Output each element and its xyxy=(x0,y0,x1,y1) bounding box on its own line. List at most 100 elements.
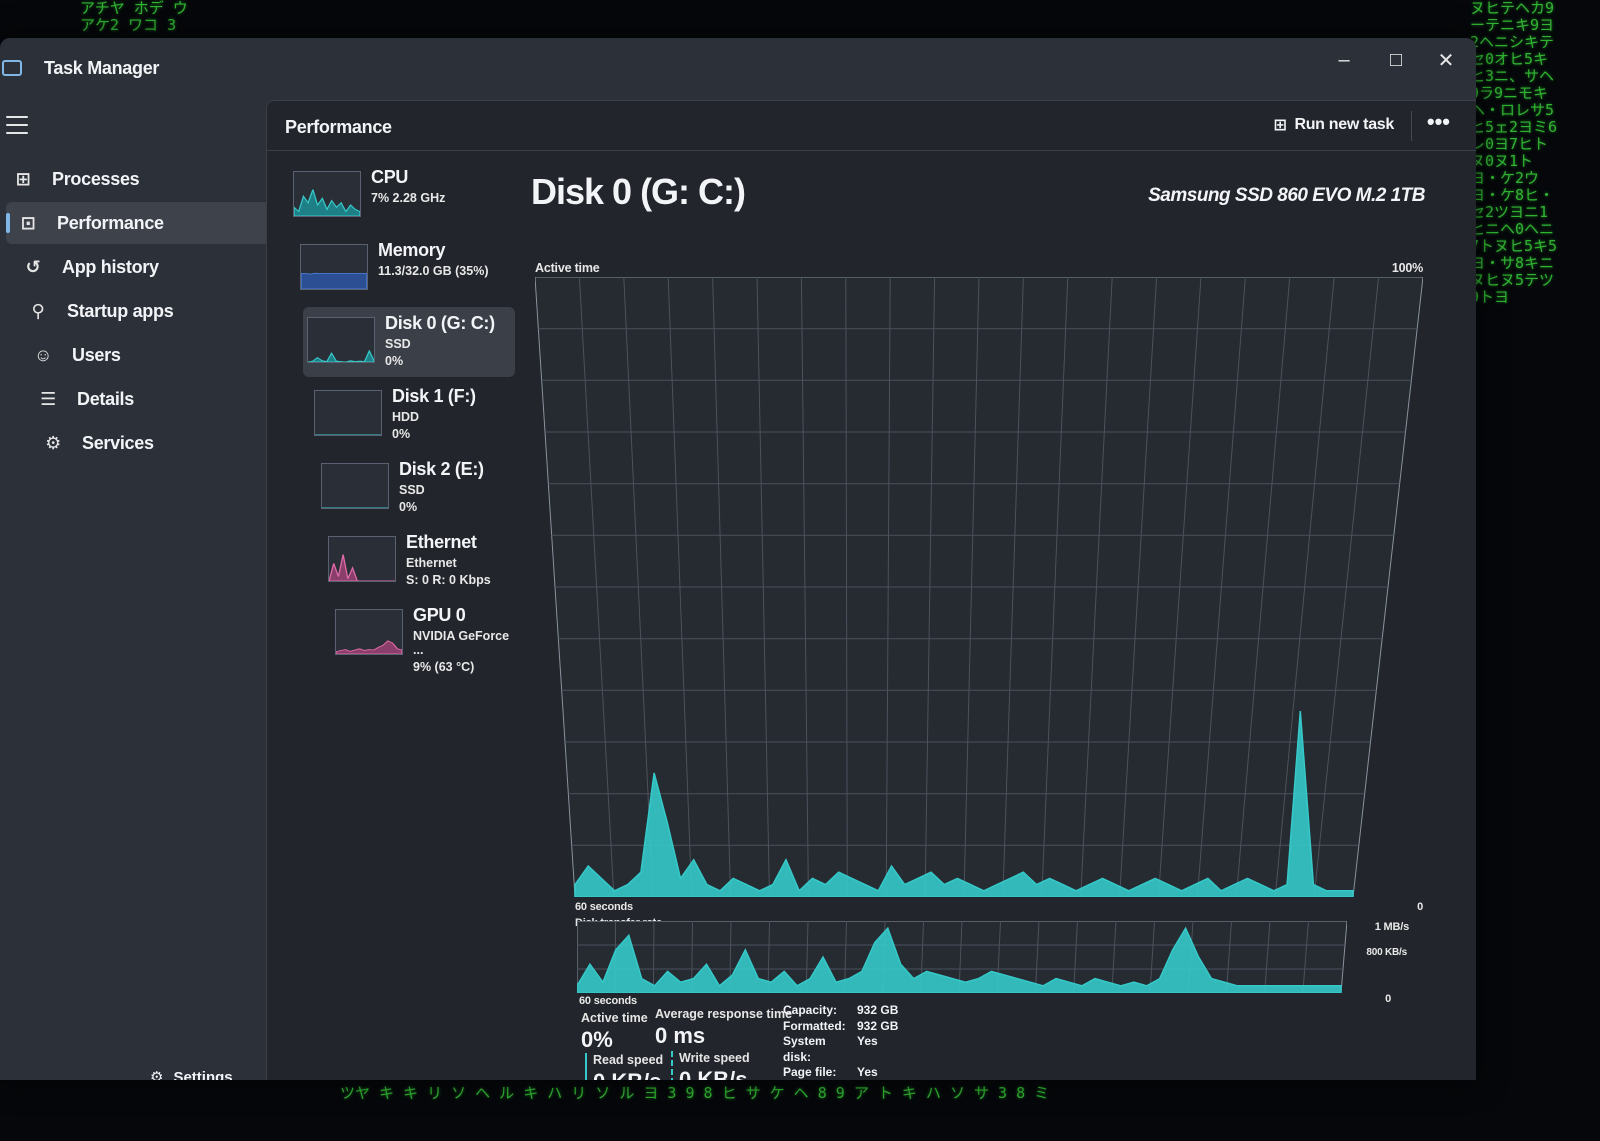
sidebar-item-label: Users xyxy=(72,344,121,365)
more-options-button[interactable]: ••• xyxy=(1427,109,1450,135)
stat-active-time: Active time 0% xyxy=(581,1011,648,1053)
device-text: GPU 0 NVIDIA GeForce ... 9% (63 °C) xyxy=(413,605,515,674)
stat-active-time-label: Active time xyxy=(581,1011,648,1025)
device-sub1: HDD xyxy=(392,410,420,424)
matrix-rain-bottom: ツヤ キ キ リ ソ ヘ ル キ ハ リ ソ ル ヨ 3 9 8 ヒ サ ケ ヘ… xyxy=(340,1084,1050,1102)
stat-write-label: Write speed xyxy=(679,1051,750,1065)
property-row: Page file: Yes xyxy=(783,1065,898,1080)
sidebar-item-label: Details xyxy=(77,388,134,409)
device-thumbnail-graph xyxy=(321,463,389,509)
active-indicator xyxy=(6,213,10,233)
device-item-disk-0[interactable]: Disk 0 (G: C:) SSD 0% xyxy=(303,307,515,377)
task-manager-icon xyxy=(2,60,22,76)
device-sub1: SSD xyxy=(385,337,411,351)
device-sub2: 9% (63 °C) xyxy=(413,660,475,674)
sidebar-item-label: Startup apps xyxy=(67,300,174,321)
device-name: Disk 2 (E:) xyxy=(399,459,484,479)
device-item-memory[interactable]: Memory 11.3/32.0 GB (35%) xyxy=(296,234,515,304)
device-text: Disk 1 (F:) HDD 0% xyxy=(392,386,476,441)
device-name: Ethernet xyxy=(406,532,477,552)
gear-icon: ⚙ xyxy=(150,1069,164,1080)
sidebar-item-app-history[interactable]: ↺ App history xyxy=(6,246,271,288)
run-new-task-button[interactable]: ⊞ Run new task xyxy=(1273,115,1394,135)
active-time-chart-label: Active time xyxy=(535,261,600,275)
property-key: Capacity: xyxy=(783,1003,838,1017)
details-icon: ☰ xyxy=(40,388,56,409)
time-axis-label-2: 60 seconds xyxy=(579,995,637,1007)
stat-avg-response: Average response time 0 ms xyxy=(655,1007,792,1049)
thumbnail-series xyxy=(336,640,402,654)
stat-read-value: 0 KB/s xyxy=(593,1069,663,1080)
thumbnail-series xyxy=(301,272,367,289)
transfer-rate-chart xyxy=(577,921,1347,993)
active-time-max-label: 100% xyxy=(1391,261,1423,275)
device-text: Ethernet Ethernet S: 0 R: 0 Kbps xyxy=(406,532,491,587)
device-text: Memory 11.3/32.0 GB (35%) xyxy=(378,240,488,278)
stat-write-value: 0 KB/s xyxy=(679,1067,748,1080)
transfer-max-label: 1 MB/s xyxy=(1374,921,1409,933)
settings-label: Settings xyxy=(173,1068,233,1081)
device-sub1: Ethernet xyxy=(406,556,457,570)
active-time-chart xyxy=(535,277,1423,897)
time-axis-label-1: 60 seconds xyxy=(575,901,633,913)
sidebar-item-processes[interactable]: ⊞ Processes xyxy=(6,158,271,200)
matrix-rain-right: ヌヒテヘカ9ーテニキ9ヨ2ヘニシキテセ0オヒ5キヒ3ニ、サヘ9ラ9ニモキヘ・ロレ… xyxy=(1470,0,1558,306)
device-thumbnail-graph xyxy=(328,536,396,582)
transfer-mid-label: 800 KB/s xyxy=(1366,947,1407,958)
device-name: Disk 1 (F:) xyxy=(392,386,476,406)
thumbnail-series xyxy=(308,349,374,362)
maximize-button[interactable]: □ xyxy=(1376,46,1416,74)
sidebar-item-performance[interactable]: ⊡ Performance xyxy=(6,202,271,244)
device-sub2: 0% xyxy=(385,354,404,368)
title-bar: Task Manager – □ ✕ xyxy=(0,38,1476,98)
device-thumbnail-graph xyxy=(314,390,382,436)
device-thumbnail-graph xyxy=(307,317,375,363)
stat-write-speed: Write speed 0 KB/s xyxy=(671,1051,750,1080)
device-text: CPU 7% 2.28 GHz xyxy=(371,167,445,205)
property-row: Capacity: 932 GB xyxy=(783,1003,898,1019)
device-sub1: NVIDIA GeForce ... xyxy=(413,629,510,657)
services-icon: ⚙ xyxy=(45,432,61,453)
processes-icon: ⊞ xyxy=(15,168,31,189)
sidebar-item-startup-apps[interactable]: ⚲ Startup apps xyxy=(6,290,271,332)
matrix-rain: アチヤ ホデ ウアケ2 ワコ 3 xyxy=(80,0,188,34)
property-row: System disk: Yes xyxy=(783,1034,898,1065)
stat-read-label: Read speed xyxy=(593,1053,664,1067)
settings-button[interactable]: ⚙ Settings xyxy=(150,1068,233,1081)
sidebar-item-services[interactable]: ⚙ Services xyxy=(6,422,271,464)
stat-active-time-value: 0% xyxy=(581,1027,613,1052)
sidebar-item-label: Performance xyxy=(57,212,164,233)
thumbnail-series xyxy=(294,189,360,216)
main-panel: Performance ⊞ Run new task ••• CPU 7% 2.2… xyxy=(266,100,1476,1080)
sidebar-item-details[interactable]: ☰ Details xyxy=(6,378,271,420)
device-item-disk-1[interactable]: Disk 1 (F:) HDD 0% xyxy=(310,380,515,450)
sidebar-item-label: Services xyxy=(82,432,154,453)
disk-properties: Capacity: 932 GB Formatted: 932 GB System di… xyxy=(783,1003,898,1080)
device-name: CPU xyxy=(371,167,409,187)
stat-read-speed: Read speed 0 KB/s xyxy=(585,1053,663,1080)
page-title: Performance xyxy=(285,117,392,137)
device-sub2: S: 0 R: 0 Kbps xyxy=(406,573,491,587)
zero-label-2: 0 xyxy=(1385,993,1391,1005)
device-list: CPU 7% 2.28 GHz Memory 11.3/32.0 GB (35%) Di… xyxy=(289,161,515,674)
sidebar-item-label: Processes xyxy=(52,168,140,189)
device-text: Disk 0 (G: C:) SSD 0% xyxy=(385,313,495,368)
property-value: Yes xyxy=(857,1065,878,1079)
property-value: 932 GB xyxy=(857,1003,899,1017)
stat-avg-response-label: Average response time xyxy=(655,1007,793,1021)
disk-model: Samsung SSD 860 EVO M.2 1TB xyxy=(1148,185,1425,206)
device-item-gpu-0[interactable]: GPU 0 NVIDIA GeForce ... 9% (63 °C) xyxy=(331,599,515,674)
disk-detail: Disk 0 (G: C:) Samsung SSD 860 EVO M.2 1… xyxy=(529,157,1449,1080)
close-button[interactable]: ✕ xyxy=(1426,46,1466,74)
thumbnail-series xyxy=(329,554,395,581)
minimize-button[interactable]: – xyxy=(1324,46,1364,74)
device-item-ethernet[interactable]: Ethernet Ethernet S: 0 R: 0 Kbps xyxy=(324,526,515,596)
device-item-disk-2[interactable]: Disk 2 (E:) SSD 0% xyxy=(317,453,515,523)
performance-icon: ⊡ xyxy=(20,212,36,233)
run-task-label: Run new task xyxy=(1294,116,1394,133)
sidebar-item-users[interactable]: ☺ Users xyxy=(6,334,271,376)
hamburger-menu-icon[interactable] xyxy=(6,116,28,134)
device-item-cpu[interactable]: CPU 7% 2.28 GHz xyxy=(289,161,515,231)
property-value: 932 GB xyxy=(857,1018,899,1033)
property-key: System disk: xyxy=(783,1034,826,1064)
